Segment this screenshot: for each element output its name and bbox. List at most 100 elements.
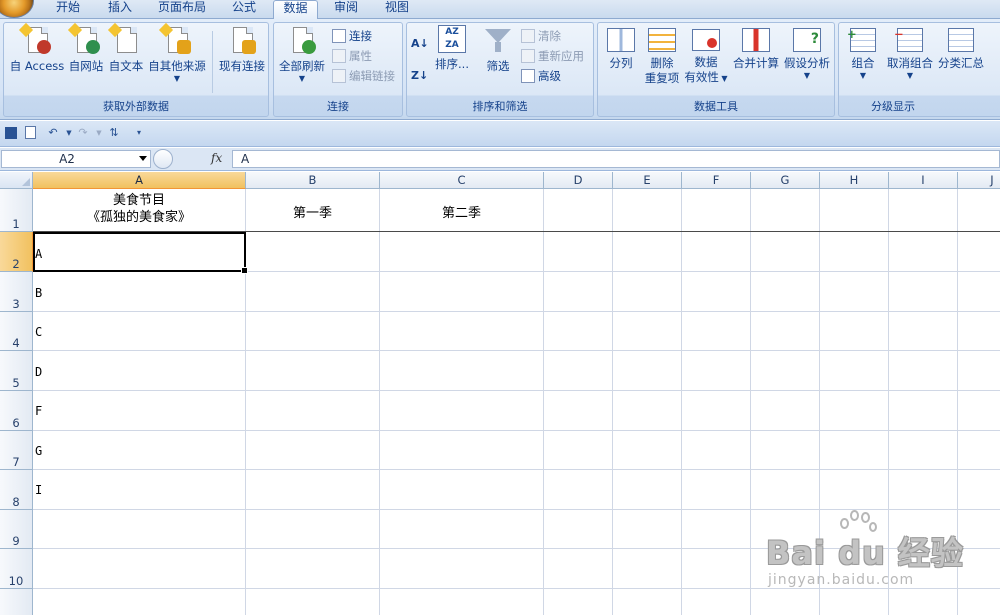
consolidate-button[interactable]: 合并计算 <box>730 25 782 71</box>
text-to-columns-button[interactable]: 分列 <box>600 25 642 71</box>
tab-insert[interactable]: 插入 <box>100 0 140 19</box>
properties-button[interactable]: 属性 <box>332 47 372 65</box>
column-header-c[interactable]: C <box>380 172 544 189</box>
cell-a5[interactable]: D <box>35 365 42 379</box>
tab-view[interactable]: 视图 <box>377 0 417 19</box>
sort-quick-icon[interactable]: ⇅ <box>107 126 121 140</box>
sort-descending-button[interactable]: Z↓ <box>411 67 428 85</box>
column-header-a[interactable]: A <box>33 172 246 189</box>
data-validation-button[interactable]: 数据 有效性 ▼ <box>684 25 728 86</box>
group-label-sort-filter: 排序和筛选 <box>472 100 528 113</box>
sort-ascending-button[interactable]: A↓ <box>411 35 429 53</box>
group-button[interactable]: + 组合 ▼ <box>841 25 885 80</box>
row-header-11[interactable]: 11 <box>0 589 33 615</box>
from-text-button[interactable]: 自文本 <box>106 22 146 74</box>
group-label-get-external-data: 获取外部数据 <box>103 100 169 113</box>
sort-za-icon: Z↓ <box>411 69 429 82</box>
advanced-filter-icon <box>521 69 535 83</box>
gridline <box>543 189 544 615</box>
what-if-analysis-icon: ? <box>793 28 821 52</box>
what-if-analysis-button[interactable]: ? 假设分析 ▼ <box>782 25 832 80</box>
tab-review[interactable]: 审阅 <box>326 0 366 19</box>
group-sort-filter: A↓ Z↓ AZ ZA 排序... 筛选 清除 重新应用 高级 排序和筛选 <box>406 22 594 117</box>
formula-cancel-icon[interactable] <box>153 149 173 169</box>
group-label-connections: 连接 <box>327 100 349 113</box>
filter-button[interactable]: 筛选 <box>479 25 517 74</box>
ungroup-button[interactable]: − 取消组合 ▼ <box>885 25 935 80</box>
subtotal-button[interactable]: 分类汇总 <box>935 25 987 71</box>
customize-toolbar-icon[interactable]: ▾ <box>132 126 146 140</box>
cell-a3[interactable]: B <box>35 286 42 300</box>
tab-page-layout[interactable]: 页面布局 <box>152 0 212 19</box>
chevron-down-icon[interactable] <box>139 156 147 161</box>
cell-a7[interactable]: G <box>35 444 42 458</box>
column-header-g[interactable]: G <box>751 172 820 189</box>
row-header-4[interactable]: 4 <box>0 312 33 351</box>
tab-data[interactable]: 数据 <box>273 0 318 20</box>
insert-function-icon[interactable]: fx <box>211 151 222 165</box>
existing-connections-button[interactable]: 现有连接 <box>216 25 268 74</box>
row-header-10[interactable]: 10 <box>0 549 33 589</box>
cell-b1[interactable]: 第一季 <box>246 202 379 221</box>
name-box[interactable]: A2 <box>1 150 151 168</box>
new-document-icon[interactable] <box>25 126 36 139</box>
chevron-down-icon[interactable]: ▼ <box>62 126 76 140</box>
tab-formulas[interactable]: 公式 <box>224 0 264 19</box>
from-web-button[interactable]: 自网站 <box>66 22 106 74</box>
cell-a1[interactable]: 美食节目 《孤独的美食家》 <box>33 192 245 226</box>
ungroup-icon: − <box>894 27 923 52</box>
divider <box>212 31 213 93</box>
refresh-all-button[interactable]: 全部刷新 ▼ <box>276 25 328 83</box>
gridline <box>33 311 1000 312</box>
gridline <box>33 430 1000 431</box>
row-header-8[interactable]: 8 <box>0 470 33 510</box>
text-to-columns-label: 分列 <box>609 56 633 70</box>
column-header-f[interactable]: F <box>682 172 751 189</box>
properties-label: 属性 <box>349 49 372 63</box>
remove-duplicates-label-1: 删除 <box>650 56 674 70</box>
group-label: 组合 <box>851 56 875 70</box>
properties-icon <box>332 49 346 63</box>
advanced-label: 高级 <box>538 69 561 83</box>
office-button[interactable] <box>0 0 34 18</box>
undo-icon[interactable]: ↶ <box>46 126 60 140</box>
remove-duplicates-button[interactable]: 删除 重复项 <box>642 25 682 86</box>
row-header-6[interactable]: 6 <box>0 391 33 431</box>
redo-icon[interactable]: ↷ <box>76 126 90 140</box>
column-header-h[interactable]: H <box>820 172 889 189</box>
row-header-1[interactable]: 1 <box>0 189 33 232</box>
tab-home[interactable]: 开始 <box>48 0 88 19</box>
advanced-filter-button[interactable]: 高级 <box>521 67 561 85</box>
connections-button[interactable]: 连接 <box>332 27 372 45</box>
sort-button[interactable]: AZ ZA 排序... <box>433 25 471 72</box>
reapply-button[interactable]: 重新应用 <box>521 47 584 65</box>
select-all-button[interactable] <box>0 172 33 189</box>
row-header-5[interactable]: 5 <box>0 351 33 391</box>
column-header-j[interactable]: J <box>958 172 1000 189</box>
column-header-b[interactable]: B <box>246 172 380 189</box>
cell-a6[interactable]: F <box>35 404 42 418</box>
filter-label: 筛选 <box>486 59 510 73</box>
cell-a8[interactable]: I <box>35 483 42 497</box>
formula-input[interactable]: A <box>232 150 1000 168</box>
clear-filter-button[interactable]: 清除 <box>521 27 561 45</box>
column-header-d[interactable]: D <box>544 172 613 189</box>
column-header-e[interactable]: E <box>613 172 682 189</box>
edit-links-button[interactable]: 编辑链接 <box>332 67 395 85</box>
from-access-button[interactable]: 自 Access <box>8 22 66 74</box>
row-header-7[interactable]: 7 <box>0 431 33 470</box>
row-header-3[interactable]: 3 <box>0 272 33 312</box>
save-icon[interactable] <box>5 127 17 139</box>
column-header-i[interactable]: I <box>889 172 958 189</box>
from-other-sources-label: 自其他来源 <box>148 59 206 73</box>
name-box-value: A2 <box>59 152 75 166</box>
active-cell-selection[interactable] <box>33 232 248 274</box>
row-header-2[interactable]: 2 <box>0 232 33 272</box>
cell-a4[interactable]: C <box>35 325 42 339</box>
from-access-label: 自 Access <box>9 59 65 73</box>
ribbon-tab-bar: 开始 插入 页面布局 公式 数据 审阅 视图 <box>0 0 1000 20</box>
chevron-down-icon[interactable]: ▼ <box>92 126 106 140</box>
row-header-9[interactable]: 9 <box>0 510 33 549</box>
from-other-sources-button[interactable]: 自其他来源 ▼ <box>146 22 208 83</box>
cell-c1[interactable]: 第二季 <box>380 202 543 221</box>
